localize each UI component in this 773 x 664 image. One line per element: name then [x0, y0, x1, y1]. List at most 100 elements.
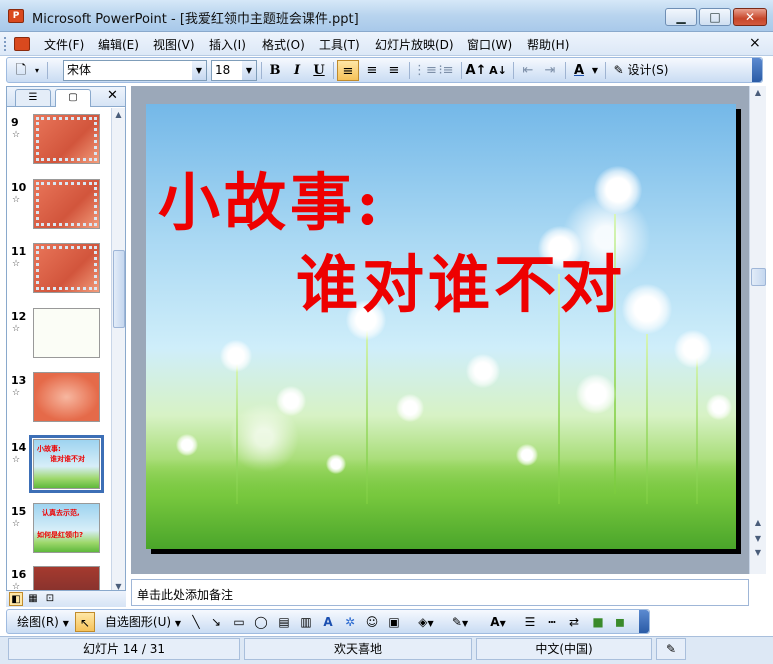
menu-tools[interactable]: 工具(T): [319, 36, 360, 53]
slide-preview[interactable]: [33, 243, 100, 293]
line-style-button[interactable]: ☰: [521, 612, 539, 632]
font-size-select[interactable]: 18 ▼: [211, 60, 257, 81]
line-color-button[interactable]: ✎▼: [445, 612, 475, 632]
toolbar-options-button[interactable]: [752, 58, 762, 82]
bold-button[interactable]: B: [265, 60, 285, 81]
wordart-button[interactable]: A: [319, 612, 337, 632]
menu-window[interactable]: 窗口(W): [467, 36, 512, 53]
notes-placeholder[interactable]: 单击此处添加备注: [137, 586, 233, 603]
slide-preview[interactable]: [33, 308, 100, 358]
slide-thumbnail-13[interactable]: 13 ☆: [7, 372, 111, 432]
close-document-icon[interactable]: ×: [749, 35, 761, 51]
slide-thumbnail-9[interactable]: 9 ☆: [7, 114, 111, 174]
slide-title-line-1[interactable]: 小故事:: [158, 152, 383, 242]
powerpoint-app-icon[interactable]: P: [8, 9, 24, 23]
diagram-icon: ✲: [344, 615, 356, 629]
font-color-button[interactable]: A: [569, 60, 589, 81]
menu-help[interactable]: 帮助(H): [527, 36, 569, 53]
toolbar-options-button[interactable]: [639, 610, 649, 633]
maximize-button[interactable]: □: [699, 8, 731, 26]
increase-indent-button[interactable]: ⇥: [539, 60, 561, 81]
select-objects-button[interactable]: ↖: [75, 612, 95, 632]
scrollbar-thumb[interactable]: [113, 250, 125, 328]
increase-font-size-button[interactable]: A↑: [465, 60, 487, 81]
design-button[interactable]: ✎ 设计(S): [609, 60, 673, 81]
rectangle-tool-button[interactable]: ▭: [229, 612, 249, 632]
bullets-button[interactable]: ⁝≡: [435, 60, 457, 81]
slide-thumbnail-15[interactable]: 15 ☆ 认真去示范, 如何是红领巾?: [7, 503, 111, 563]
align-right-button[interactable]: ≡: [383, 60, 405, 81]
font-color-dropdown[interactable]: ▼: [589, 60, 601, 81]
fill-color-button[interactable]: ◈▼: [411, 612, 441, 632]
menu-format[interactable]: 格式(O): [262, 36, 305, 53]
decrease-font-size-button[interactable]: A↓: [487, 60, 509, 81]
arrow-tool-button[interactable]: ↘: [207, 612, 225, 632]
menu-file[interactable]: 文件(F): [44, 36, 84, 53]
numbering-button[interactable]: ⋮≡: [413, 60, 437, 81]
next-slide-icon[interactable]: ▼: [750, 532, 766, 546]
slide-scrollbar[interactable]: ▲ ▲ ▼ ▼: [749, 86, 766, 574]
scrollbar-thumb[interactable]: [751, 268, 766, 286]
slide-title-line-2[interactable]: 谁对谁不对: [296, 234, 626, 324]
italic-button[interactable]: I: [287, 60, 307, 81]
scroll-up-icon[interactable]: ▲: [750, 86, 766, 100]
normal-view-icon[interactable]: ◧: [9, 592, 23, 606]
slide-preview-selected[interactable]: 小故事: 谁对谁不对: [29, 435, 104, 493]
notes-pane[interactable]: 单击此处添加备注: [131, 579, 749, 606]
slide-number: 11: [11, 245, 27, 258]
menu-view[interactable]: 视图(V): [153, 36, 195, 53]
slideshow-view-icon[interactable]: ⊡: [43, 592, 57, 606]
close-window-button[interactable]: ✕: [733, 8, 767, 26]
text-color-button[interactable]: A▼: [483, 612, 513, 632]
diagram-button[interactable]: ✲: [341, 612, 359, 632]
new-document-icon[interactable]: 🗋: [11, 60, 31, 81]
document-icon[interactable]: [14, 37, 30, 51]
font-name-select[interactable]: 宋体 ▼: [63, 60, 207, 81]
oval-tool-button[interactable]: ◯: [251, 612, 271, 632]
align-left-button[interactable]: ≡: [337, 60, 359, 81]
shadow-style-button[interactable]: ■: [589, 612, 607, 632]
scroll-down-icon[interactable]: ▼: [750, 546, 766, 560]
menu-grip-handle[interactable]: [4, 37, 8, 51]
chevron-down-icon[interactable]: ▼: [242, 61, 256, 80]
current-slide[interactable]: 小故事: 谁对谁不对: [146, 104, 736, 549]
slides-icon: ▢: [68, 92, 78, 103]
toolbar-separator: [461, 62, 462, 79]
slide-sorter-view-icon[interactable]: ▦: [26, 592, 40, 606]
close-pane-icon[interactable]: ✕: [107, 88, 118, 103]
chevron-down-icon[interactable]: ▼: [192, 61, 206, 80]
slide-thumbnail-11[interactable]: 11 ☆: [7, 243, 111, 303]
3d-style-button[interactable]: ◼: [611, 612, 629, 632]
slide-preview[interactable]: [33, 372, 100, 422]
insert-picture-button[interactable]: ▣: [385, 612, 403, 632]
arrow-style-button[interactable]: ⇄: [565, 612, 583, 632]
underline-button[interactable]: U: [309, 60, 329, 81]
menu-slideshow[interactable]: 幻灯片放映(D): [375, 36, 454, 53]
pane-scrollbar[interactable]: ▲ ▼: [111, 108, 125, 594]
menu-insert[interactable]: 插入(I): [209, 36, 246, 53]
tab-outline[interactable]: ☰: [15, 89, 51, 106]
decrease-indent-button[interactable]: ⇤: [517, 60, 539, 81]
slide-thumbnail-10[interactable]: 10 ☆: [7, 179, 111, 239]
slide-thumbnail-14[interactable]: 14 ☆ 小故事: 谁对谁不对: [7, 435, 111, 499]
tab-slides[interactable]: ▢: [55, 89, 91, 107]
dash-style-button[interactable]: ┅: [543, 612, 561, 632]
vertical-textbox-button[interactable]: ▥: [297, 612, 315, 632]
menu-edit[interactable]: 编辑(E): [98, 36, 139, 53]
slide-preview[interactable]: [33, 179, 100, 229]
textbox-tool-button[interactable]: ▤: [275, 612, 293, 632]
scroll-up-icon[interactable]: ▲: [112, 108, 125, 122]
spelling-check-icon[interactable]: ✎: [656, 638, 686, 660]
font-color-icon: A: [573, 63, 585, 78]
slide-preview[interactable]: 认真去示范, 如何是红领巾?: [33, 503, 100, 553]
line-tool-button[interactable]: ╲: [187, 612, 205, 632]
draw-menu-button[interactable]: 绘图(R) ▼: [13, 612, 73, 632]
toolbar-options-chevron-icon[interactable]: ▾: [31, 60, 43, 81]
slide-thumbnail-12[interactable]: 12 ☆: [7, 308, 111, 368]
align-center-button[interactable]: ≡: [361, 60, 383, 81]
clipart-button[interactable]: ☺: [363, 612, 381, 632]
minimize-button[interactable]: ▁: [665, 8, 697, 26]
autoshapes-button[interactable]: 自选图形(U) ▼: [103, 612, 183, 632]
previous-slide-icon[interactable]: ▲: [750, 516, 766, 530]
slide-preview[interactable]: [33, 114, 100, 164]
